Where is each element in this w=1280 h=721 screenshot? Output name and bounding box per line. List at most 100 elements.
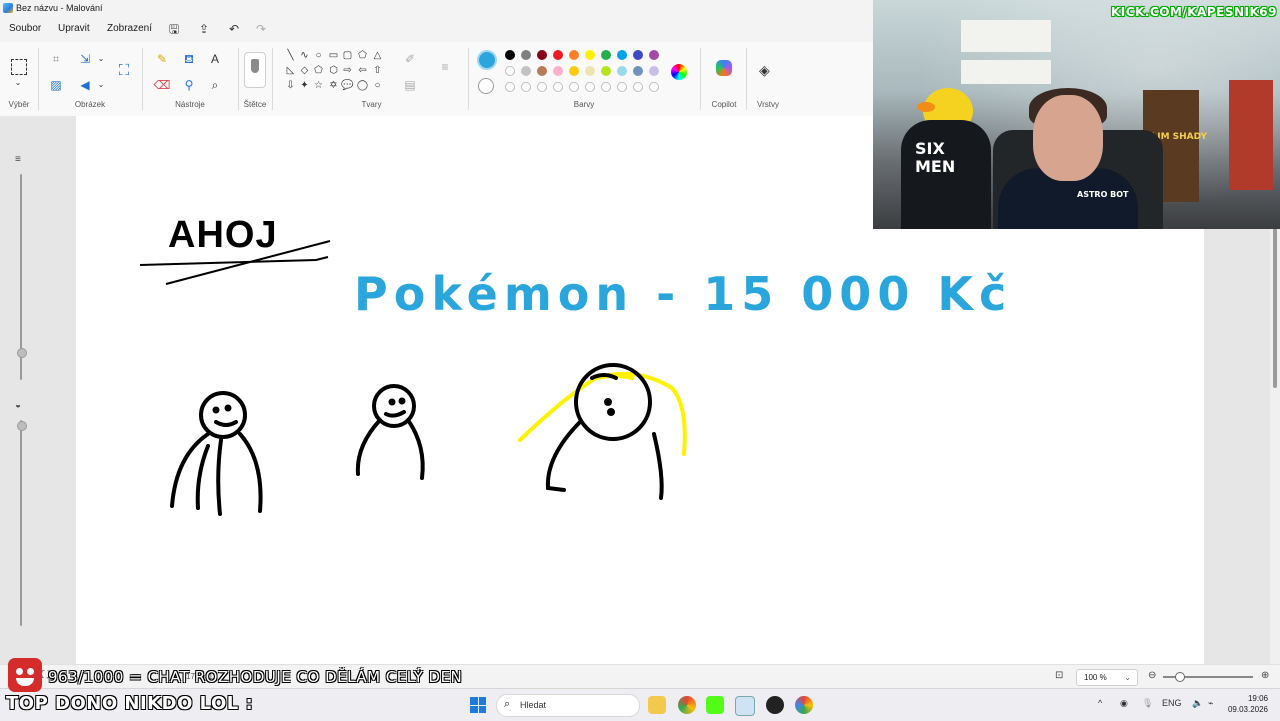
windows-start-icon[interactable] [470, 697, 486, 713]
edit-colors-icon[interactable] [671, 64, 687, 80]
kick-icon[interactable] [706, 696, 724, 714]
layers-icon[interactable]: ◈ [759, 62, 770, 79]
pencil-icon[interactable]: ✎ [153, 50, 171, 68]
color-swatch[interactable] [569, 50, 579, 60]
network-icon[interactable]: ⌁ [1208, 698, 1213, 709]
chrome-profile-icon[interactable] [795, 696, 813, 714]
arrow-up-shape-icon[interactable]: ⇧ [371, 64, 384, 77]
current-color-1[interactable] [477, 50, 497, 70]
text-icon[interactable]: A [206, 50, 224, 68]
right-triangle-shape-icon[interactable]: ◺ [284, 64, 297, 77]
fit-to-window-icon[interactable]: ⊡ [1055, 670, 1063, 681]
current-color-2[interactable] [478, 78, 494, 94]
color-swatch[interactable] [553, 50, 563, 60]
star5-shape-icon[interactable]: ☆ [312, 79, 325, 92]
oval-shape-icon[interactable]: ○ [312, 49, 325, 62]
color-swatch[interactable] [505, 50, 515, 60]
redo-icon[interactable]: ↷ [253, 21, 269, 37]
chevron-down-icon[interactable]: ⌄ [92, 50, 110, 68]
color-swatch[interactable] [569, 66, 579, 76]
obs-icon[interactable] [766, 696, 784, 714]
size-icon[interactable]: ≡ [436, 58, 454, 76]
color-swatch[interactable] [601, 66, 611, 76]
rectangle-shape-icon[interactable]: ▭ [327, 49, 340, 62]
rounded-rectangle-shape-icon[interactable]: ▢ [341, 49, 354, 62]
arrow-down-shape-icon[interactable]: ⇩ [284, 79, 297, 92]
background-remove-icon[interactable]: ▨ [47, 76, 65, 94]
magnifier-icon[interactable]: ⌕ [206, 76, 224, 94]
chrome-icon[interactable] [678, 696, 696, 714]
zoom-in-icon[interactable]: ⊕ [1261, 670, 1269, 681]
callout-cloud-shape-icon[interactable]: ○ [371, 79, 384, 92]
arrow-right-shape-icon[interactable]: ⇨ [341, 64, 354, 77]
color-swatch[interactable] [601, 50, 611, 60]
crop-icon[interactable]: ⌗ [47, 50, 65, 68]
custom-color-slot[interactable] [601, 82, 611, 92]
custom-color-slot[interactable] [505, 82, 515, 92]
color-swatch[interactable] [537, 50, 547, 60]
image-select-icon[interactable]: ⛶ [115, 62, 133, 80]
outline-icon[interactable]: ✐ [401, 50, 419, 68]
hexagon-shape-icon[interactable]: ⬡ [327, 64, 340, 77]
tray-chevron-icon[interactable]: ^ [1098, 698, 1102, 708]
custom-color-slot[interactable] [649, 82, 659, 92]
paint-taskbar-icon[interactable] [735, 696, 755, 716]
color-swatch[interactable] [649, 66, 659, 76]
color-swatch[interactable] [521, 66, 531, 76]
selection-icon[interactable] [11, 59, 27, 75]
tray-app-icon[interactable]: ◉ [1120, 698, 1128, 709]
color-swatch[interactable] [633, 50, 643, 60]
opacity-slider[interactable] [20, 420, 22, 626]
menu-file[interactable]: Soubor [9, 23, 41, 34]
star4-shape-icon[interactable]: ✦ [298, 79, 311, 92]
eraser-icon[interactable]: ⌫ [153, 76, 171, 94]
clock[interactable]: 19:06 09.03.2026 [1216, 693, 1268, 715]
taskbar-search[interactable]: ⌕ Hledat [496, 694, 640, 717]
share-icon[interactable]: ⇪ [196, 21, 212, 37]
color-swatch[interactable] [649, 50, 659, 60]
line-shape-icon[interactable]: ╲ [284, 49, 297, 62]
opacity-knob[interactable] [17, 421, 27, 431]
custom-color-slot[interactable] [633, 82, 643, 92]
language-indicator[interactable]: ENG [1162, 698, 1182, 708]
color-swatch[interactable] [617, 66, 627, 76]
triangle-shape-icon[interactable]: △ [371, 49, 384, 62]
color-swatch[interactable] [553, 66, 563, 76]
color-swatch[interactable] [521, 50, 531, 60]
copilot-icon[interactable] [716, 60, 732, 76]
color-swatch[interactable] [585, 50, 595, 60]
callout-oval-shape-icon[interactable]: ◯ [356, 79, 369, 92]
microphone-icon[interactable]: 🎙 [1142, 698, 1153, 709]
color-swatch[interactable] [537, 66, 547, 76]
scrollbar-thumb[interactable] [1273, 228, 1277, 388]
brush-size-knob[interactable] [17, 348, 27, 358]
menu-view[interactable]: Zobrazení [107, 23, 152, 34]
save-icon[interactable]: 🖫 [166, 21, 182, 37]
zoom-slider-knob[interactable] [1175, 672, 1185, 682]
speaker-icon[interactable]: 🔈 [1192, 698, 1203, 709]
color-swatch[interactable] [505, 66, 515, 76]
fill-icon[interactable]: ▤ [401, 76, 419, 94]
star6-shape-icon[interactable]: ✡ [327, 79, 340, 92]
zoom-select[interactable]: 100 % ⌄ [1076, 669, 1138, 686]
pentagon-shape-icon[interactable]: ⬠ [312, 64, 325, 77]
color-swatch[interactable] [633, 66, 643, 76]
custom-color-slot[interactable] [569, 82, 579, 92]
custom-color-slot[interactable] [617, 82, 627, 92]
polygon-shape-icon[interactable]: ⬠ [356, 49, 369, 62]
zoom-out-icon[interactable]: ⊖ [1148, 670, 1156, 681]
fill-bucket-icon[interactable]: ⛾ [180, 50, 198, 68]
file-explorer-icon[interactable] [648, 696, 666, 714]
undo-icon[interactable]: ↶ [226, 21, 242, 37]
custom-color-slot[interactable] [521, 82, 531, 92]
chevron-down-icon[interactable]: ⌄ [9, 74, 27, 92]
chevron-down-icon[interactable]: ⌄ [92, 76, 110, 94]
arrow-left-shape-icon[interactable]: ⇦ [356, 64, 369, 77]
brush-button[interactable] [244, 52, 266, 88]
color-picker-icon[interactable]: ⚲ [180, 76, 198, 94]
color-swatch[interactable] [617, 50, 627, 60]
custom-color-slot[interactable] [553, 82, 563, 92]
callout-rect-shape-icon[interactable]: 💬 [341, 79, 354, 92]
diamond-shape-icon[interactable]: ◇ [298, 64, 311, 77]
custom-color-slot[interactable] [585, 82, 595, 92]
